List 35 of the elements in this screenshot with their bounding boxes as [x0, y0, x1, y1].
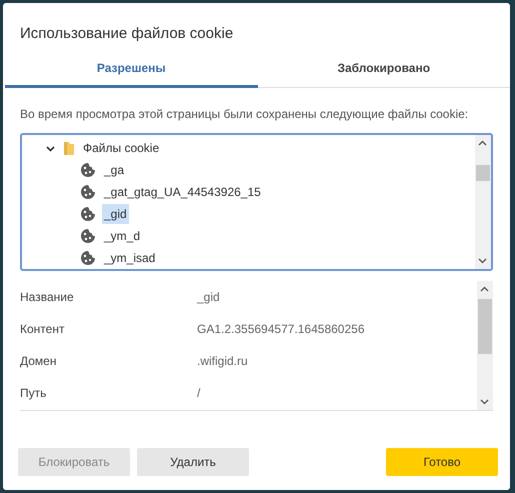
field-label: Домен	[20, 353, 58, 370]
tree-item[interactable]: _ym_isad	[102, 248, 158, 268]
tree-item[interactable]: Файлы cookie	[81, 138, 162, 158]
cookie-icon	[80, 162, 96, 178]
scrollbar[interactable]	[477, 281, 493, 410]
scrollbar[interactable]	[475, 135, 491, 269]
cookie-icon	[80, 184, 96, 200]
action-button[interactable]: Удалить	[137, 448, 249, 476]
cookie-icon	[80, 206, 96, 222]
dialog-title: Использование файлов cookie	[20, 25, 234, 42]
tab[interactable]: Разрешены	[5, 53, 258, 88]
cookie-icon	[80, 228, 96, 244]
scroll-up-icon[interactable]	[478, 140, 487, 146]
tree-item[interactable]: _ga	[102, 160, 126, 180]
scroll-down-icon[interactable]	[478, 258, 487, 264]
tree-item[interactable]: _ym_d	[102, 226, 142, 246]
folder-icon	[63, 140, 75, 156]
scroll-down-icon[interactable]	[480, 399, 489, 405]
field-value: .wifigid.ru	[197, 353, 248, 370]
tree-item[interactable]: _gat_gtag_UA_44543926_15	[102, 182, 263, 202]
tree-item[interactable]: _gid	[102, 204, 129, 224]
tab[interactable]: Заблокировано	[258, 53, 510, 88]
field-value: _gid	[197, 289, 220, 306]
scroll-up-icon[interactable]	[480, 286, 489, 292]
scroll-thumb[interactable]	[476, 165, 490, 181]
cookie-icon	[80, 250, 96, 266]
field-label: Контент	[20, 321, 66, 338]
field-label: Путь	[20, 385, 48, 402]
field-value: /	[197, 385, 200, 402]
field-value: GA1.2.355694577.1645860256	[197, 321, 364, 338]
done-button[interactable]: Готово	[386, 448, 498, 476]
description-text: Во время просмотра этой страницы были сохранены следующие файлы cookie:	[20, 107, 468, 121]
expander-icon[interactable]	[46, 144, 55, 152]
field-label: Название	[20, 289, 75, 306]
scroll-thumb[interactable]	[478, 299, 492, 354]
